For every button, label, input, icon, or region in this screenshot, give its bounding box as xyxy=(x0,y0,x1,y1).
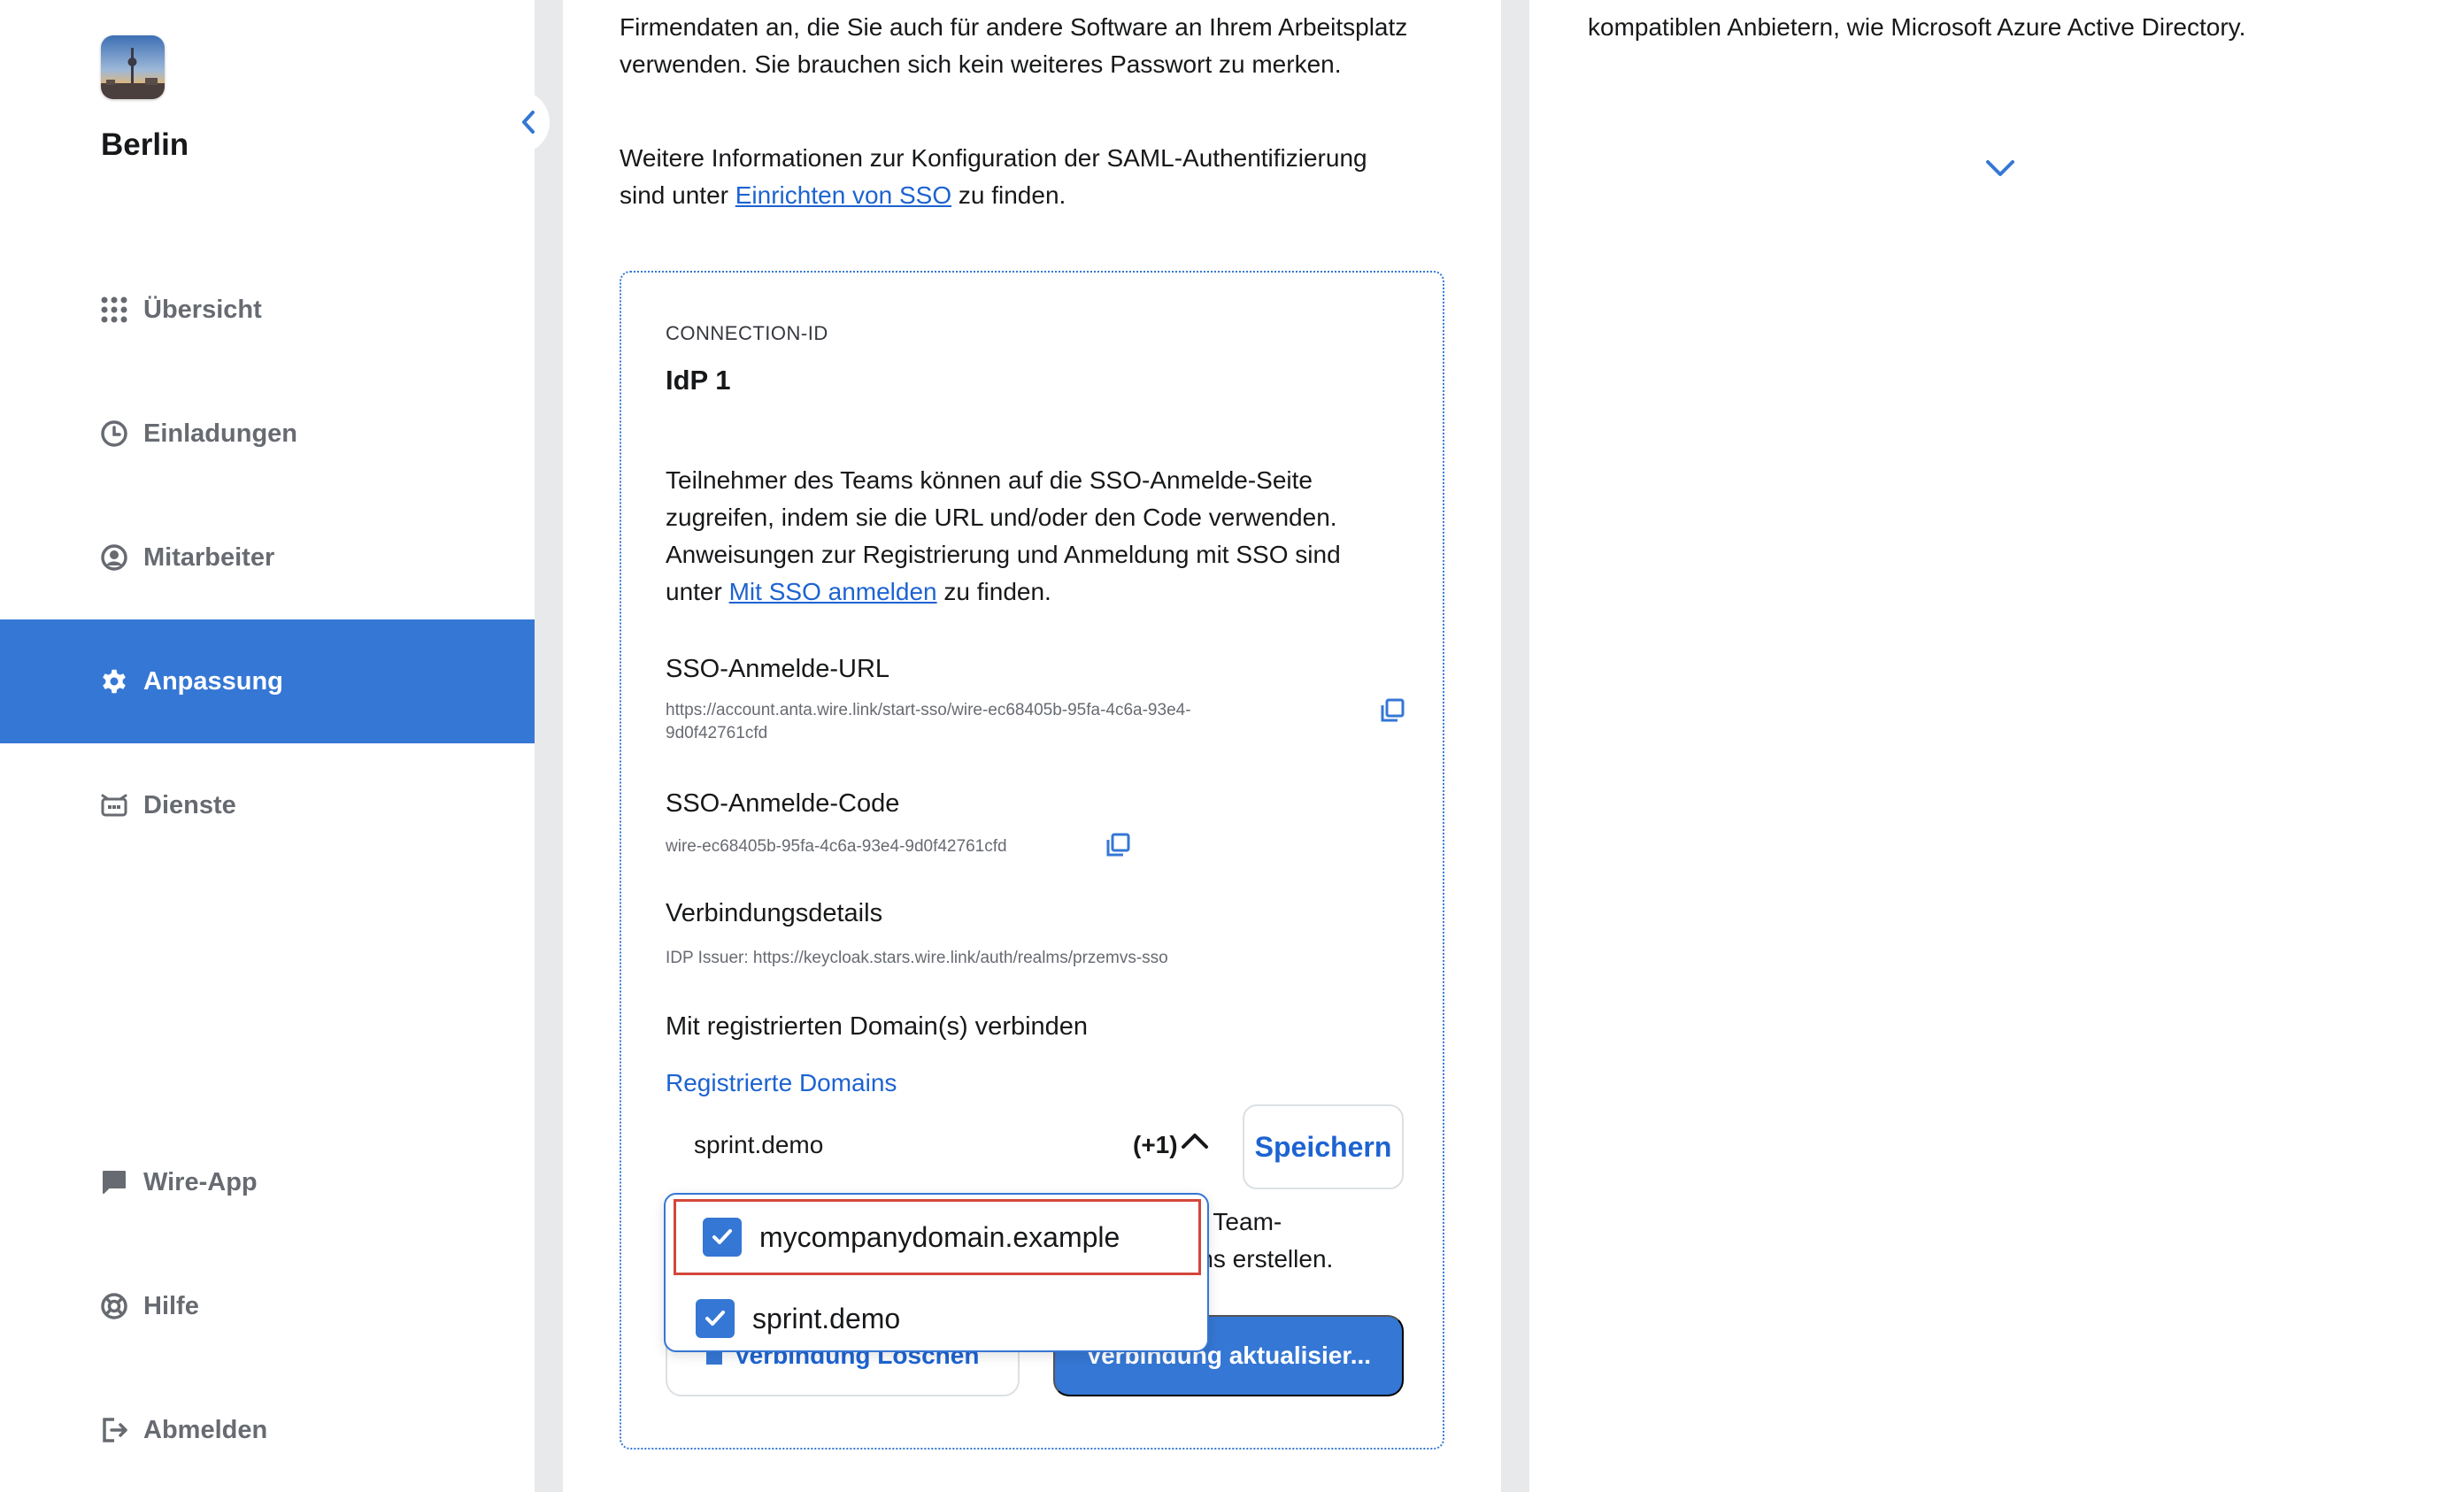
chat-icon xyxy=(99,1167,129,1197)
connection-id-value: IdP 1 xyxy=(666,365,731,396)
login-with-sso-link[interactable]: Mit SSO anmelden xyxy=(729,578,937,605)
gear-icon xyxy=(99,666,129,696)
dropdown-option-sprint-demo[interactable]: sprint.demo xyxy=(666,1280,1207,1357)
option-label: mycompanydomain.example xyxy=(759,1220,1120,1253)
intro-text: Firmendaten an, die Sie auch für andere … xyxy=(620,13,1408,78)
selected-domain-extra-count: (+1) xyxy=(1133,1131,1178,1158)
user-circle-icon xyxy=(99,542,129,573)
sidebar-item-wire-app[interactable]: Wire-App xyxy=(0,1120,535,1244)
sidebar-item-label: Wire-App xyxy=(143,1167,258,1196)
setup-sso-link[interactable]: Einrichten von SSO xyxy=(735,181,951,209)
sidebar-item-label: Dienste xyxy=(143,790,236,819)
domains-heading: Mit registrierten Domain(s) verbinden xyxy=(666,1012,1089,1041)
sidebar-item-anpassung[interactable]: Anpassung xyxy=(0,619,535,743)
azure-info-text: kompatiblen Anbietern, wie Microsoft Azu… xyxy=(1588,13,2246,41)
sso-code-value: wire-ec68405b-95fa-4c6a-93e4-9d0f42761cf… xyxy=(666,837,1007,856)
chevron-left-icon xyxy=(522,111,535,134)
sidebar-item-label: Anpassung xyxy=(143,666,283,696)
sidebar: Berlin Übersicht Einladungen Mitarbeiter… xyxy=(0,0,535,1492)
copy-code-icon[interactable] xyxy=(1105,832,1131,858)
sso-url-label: SSO-Anmelde-URL xyxy=(666,655,890,683)
chevron-down-icon[interactable] xyxy=(1984,158,2016,179)
save-domains-button[interactable]: Speichern xyxy=(1243,1104,1404,1189)
sidebar-item-label: Einladungen xyxy=(143,419,297,448)
collapse-sidebar-button[interactable] xyxy=(507,90,550,154)
dropdown-option-mycompanydomain[interactable]: mycompanydomain.example xyxy=(673,1198,1202,1276)
sidebar-item-label: Übersicht xyxy=(143,295,262,324)
clock-icon xyxy=(99,419,129,449)
logout-icon xyxy=(99,1415,129,1445)
sidebar-item-hilfe[interactable]: Hilfe xyxy=(0,1244,535,1368)
connection-details-value: IDP Issuer: https://keycloak.stars.wire.… xyxy=(666,949,1168,967)
robot-icon xyxy=(99,790,129,820)
connection-id-label: CONNECTION-ID xyxy=(666,322,828,344)
sidebar-item-label: Abmelden xyxy=(143,1415,268,1444)
sso-url-value: https://account.anta.wire.link/start-sso… xyxy=(666,701,1191,742)
checkbox-checked-icon[interactable] xyxy=(703,1218,742,1257)
lifebuoy-icon xyxy=(99,1291,129,1321)
sidebar-item-einladungen[interactable]: Einladungen xyxy=(0,372,535,496)
option-label: sprint.demo xyxy=(752,1302,901,1334)
idp-description: Teilnehmer des Teams können auf die SSO-… xyxy=(666,466,1341,605)
domain-select[interactable]: sprint.demo (+1) xyxy=(666,1110,1214,1181)
connection-details-label: Verbindungsdetails xyxy=(666,899,883,927)
azure-info-card: kompatiblen Anbietern, wie Microsoft Azu… xyxy=(1529,0,2464,1492)
copy-url-icon[interactable] xyxy=(1379,697,1405,724)
team-name: Berlin xyxy=(101,127,189,162)
sidebar-item-label: Mitarbeiter xyxy=(143,542,275,572)
chevron-up-icon xyxy=(1182,1134,1208,1149)
team-avatar xyxy=(101,35,165,99)
sidebar-item-abmelden[interactable]: Abmelden xyxy=(0,1368,535,1492)
info-text: Weitere Informationen zur Konfiguration … xyxy=(620,144,1367,209)
sidebar-item-mitarbeiter[interactable]: Mitarbeiter xyxy=(0,496,535,619)
sidebar-item-dienste[interactable]: Dienste xyxy=(0,743,535,867)
sso-code-label: SSO-Anmelde-Code xyxy=(666,789,900,818)
sidebar-item-label: Hilfe xyxy=(143,1291,199,1320)
sidebar-item-uebersicht[interactable]: Übersicht xyxy=(0,248,535,372)
selected-domain: sprint.demo xyxy=(694,1131,824,1158)
domain-dropdown: mycompanydomain.example sprint.demo xyxy=(664,1193,1209,1352)
registered-domains-label: Registrierte Domains xyxy=(666,1069,897,1096)
checkbox-checked-icon[interactable] xyxy=(696,1299,735,1338)
grid-icon xyxy=(99,295,129,325)
